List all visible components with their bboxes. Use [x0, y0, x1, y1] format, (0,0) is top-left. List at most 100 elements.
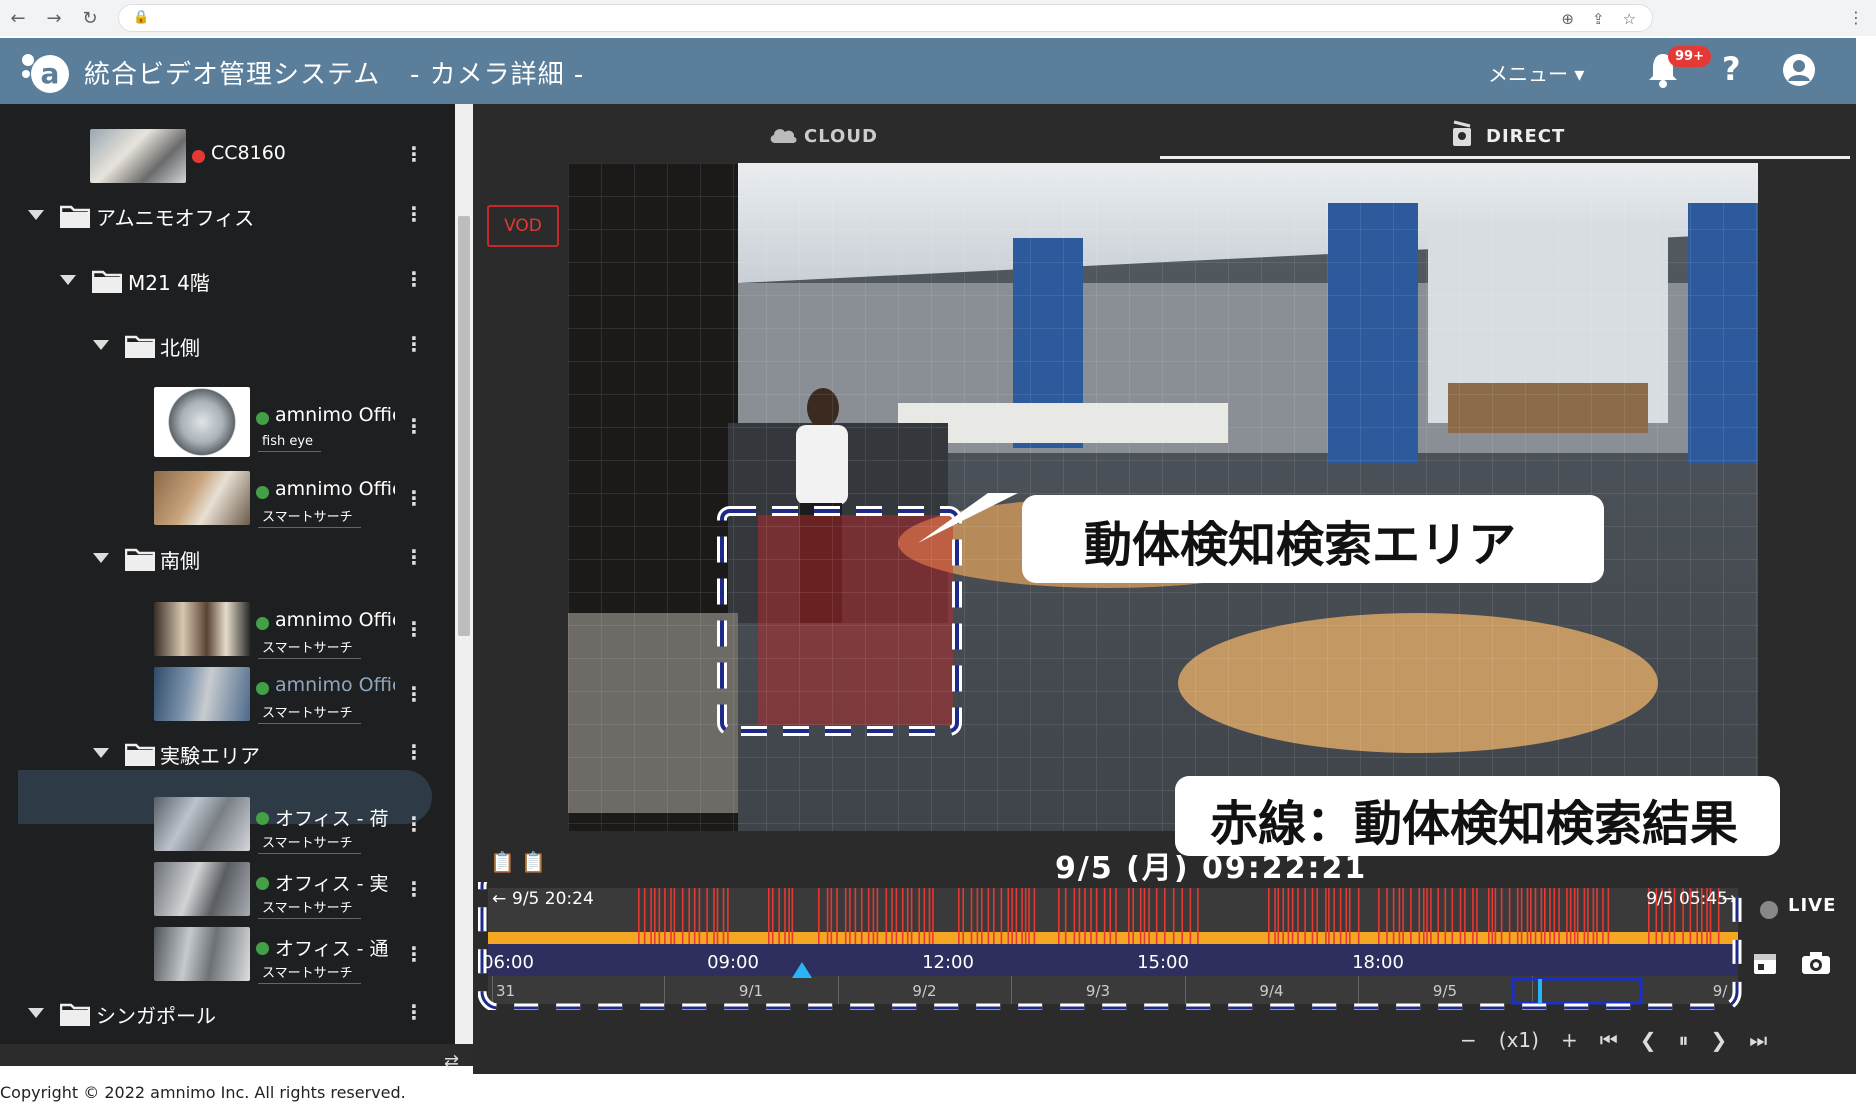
motion-mark — [1488, 888, 1490, 944]
day-cursor — [1538, 979, 1542, 1003]
hour-label: 09:00 — [707, 952, 759, 973]
more-icon[interactable]: ⋮ — [404, 414, 424, 438]
folder-name: 実験エリア — [160, 744, 260, 768]
tree-camera-lab-2[interactable]: オフィス - 実 スマートサーチ ⋮ — [0, 859, 455, 919]
tree-camera-lab-3[interactable]: オフィス - 通 スマートサーチ ⋮ — [0, 924, 455, 984]
browser-menu-icon[interactable]: ⋮ — [1848, 8, 1864, 27]
caret-down-icon[interactable] — [93, 748, 109, 758]
tree-camera-north-2[interactable]: amnimo Offic スマートサーチ ⋮ — [0, 468, 455, 528]
tree-camera-south-2-selected[interactable]: amnimo Offic スマートサーチ ⋮ — [0, 664, 455, 724]
caret-down-icon[interactable] — [60, 275, 76, 285]
sidebar-scrollbar[interactable] — [455, 104, 473, 1044]
hour-label: 18:00 — [1352, 952, 1404, 973]
more-icon[interactable]: ⋮ — [404, 942, 424, 966]
motion-mark — [830, 888, 833, 944]
tree-folder-m21[interactable]: M21 4階 ⋮ — [0, 251, 455, 311]
more-icon[interactable]: ⋮ — [404, 1000, 424, 1024]
motion-mark — [1392, 888, 1395, 944]
tree-camera-cc8160[interactable]: CC8160 ⋮ — [0, 126, 455, 186]
motion-mark — [1430, 888, 1432, 944]
more-icon[interactable]: ⋮ — [404, 202, 424, 226]
caret-down-icon[interactable] — [93, 553, 109, 563]
step-back-button[interactable]: ❮ — [1640, 1028, 1657, 1052]
motion-mark — [1084, 888, 1086, 944]
motion-mark — [1451, 888, 1454, 944]
bookmark-star-icon[interactable]: ☆ — [1623, 10, 1636, 28]
step-forward-button[interactable]: ❯ — [1710, 1028, 1727, 1052]
zoom-out-button[interactable]: − — [1460, 1028, 1477, 1052]
camera-name: amnimo Offic — [275, 674, 395, 696]
motion-mark — [1607, 888, 1610, 944]
tree-camera-south-1[interactable]: amnimo Offic スマートサーチ ⋮ — [0, 599, 455, 659]
help-icon[interactable]: ? — [1722, 50, 1741, 88]
camera-name: オフィス - 通 — [275, 938, 389, 960]
more-icon[interactable]: ⋮ — [404, 877, 424, 901]
tree-camera-fisheye[interactable]: amnimo Offic fish eye ⋮ — [0, 384, 455, 458]
zoom-in-button[interactable]: + — [1561, 1028, 1578, 1052]
tab-cloud[interactable]: CLOUD — [768, 112, 1008, 158]
more-icon[interactable]: ⋮ — [404, 142, 424, 166]
tab-direct-label: DIRECT — [1486, 126, 1566, 147]
speed-label[interactable]: (x1) — [1499, 1028, 1539, 1052]
more-icon[interactable]: ⋮ — [404, 812, 424, 836]
more-icon[interactable]: ⋮ — [404, 682, 424, 706]
live-label[interactable]: LIVE — [1788, 895, 1836, 916]
calendar-icon[interactable] — [1752, 950, 1778, 976]
swap-icon[interactable]: ⇄ — [444, 1051, 459, 1072]
caret-down-icon[interactable] — [28, 210, 44, 220]
more-icon[interactable]: ⋮ — [404, 332, 424, 356]
motion-mark — [895, 888, 898, 944]
menu-dropdown-button[interactable]: メニュー ▾ — [1488, 58, 1584, 87]
motion-mark — [1558, 888, 1560, 944]
pause-button[interactable]: ⏸ — [1678, 1028, 1688, 1052]
caret-down-icon[interactable] — [93, 340, 109, 350]
share-icon[interactable]: ⇪ — [1592, 10, 1605, 28]
motion-mark — [1357, 888, 1360, 944]
motion-mark — [1569, 888, 1572, 944]
zoom-icon[interactable]: ⊕ — [1561, 10, 1574, 28]
motion-mark — [1476, 888, 1478, 944]
scrollbar-thumb[interactable] — [458, 216, 470, 636]
scroll-left-icon[interactable]: ← — [492, 889, 506, 909]
tree-folder-north[interactable]: 北側 ⋮ — [0, 316, 455, 376]
motion-mark — [638, 888, 640, 944]
motion-mark — [1328, 888, 1330, 944]
address-bar[interactable]: 🔒 ⊕ ⇪ ☆ — [118, 4, 1653, 32]
account-icon[interactable] — [1782, 53, 1816, 87]
skip-back-button[interactable]: ⏮ — [1600, 1028, 1618, 1052]
camera-thumbnail — [154, 797, 250, 851]
tab-direct[interactable]: DIRECT — [1450, 112, 1690, 158]
more-icon[interactable]: ⋮ — [404, 740, 424, 764]
snapshot-camera-icon[interactable] — [1800, 950, 1832, 976]
camera-tag: スマートサーチ — [258, 897, 361, 919]
tree-folder-lab[interactable]: 実験エリア ⋮ — [0, 724, 455, 784]
more-icon[interactable]: ⋮ — [404, 545, 424, 569]
tree-folder-singapore[interactable]: シンガポール ⋮ — [0, 984, 455, 1044]
more-icon[interactable]: ⋮ — [404, 617, 424, 641]
vod-button[interactable]: VOD — [487, 205, 559, 247]
tree-folder-amnimo-office[interactable]: アムニモオフィス ⋮ — [0, 186, 455, 246]
more-icon[interactable]: ⋮ — [404, 486, 424, 510]
tree-folder-south[interactable]: 南側 ⋮ — [0, 529, 455, 589]
more-icon[interactable]: ⋮ — [404, 267, 424, 291]
motion-mark — [1472, 888, 1474, 944]
timeline[interactable]: 06:00 09:00 12:00 15:00 18:00 31 9/1 9/2 9/3 9/4… — [478, 882, 1743, 1010]
forward-icon[interactable]: → — [36, 8, 72, 29]
reload-icon[interactable]: ↻ — [72, 8, 108, 29]
back-icon[interactable]: ← — [0, 8, 36, 29]
motion-mark — [1007, 888, 1010, 944]
folder-icon — [60, 1003, 90, 1026]
day-label: 9/1 — [739, 982, 763, 1000]
motion-mark — [844, 888, 847, 944]
tree-camera-lab-1[interactable]: オフィス - 荷 スマートサーチ ⋮ — [0, 794, 455, 854]
page-subtitle: - カメラ詳細 - — [410, 60, 585, 90]
motion-mark — [1268, 888, 1270, 944]
motion-mark — [1526, 888, 1529, 944]
amnimo-logo: a — [22, 54, 69, 93]
clipboard-icons[interactable]: 📋 📋 — [490, 850, 546, 874]
motion-mark — [1139, 888, 1142, 944]
motion-mark — [928, 888, 931, 944]
caret-down-icon[interactable] — [28, 1008, 44, 1018]
skip-forward-button[interactable]: ⏭ — [1749, 1028, 1767, 1052]
motion-mark — [1402, 888, 1404, 944]
